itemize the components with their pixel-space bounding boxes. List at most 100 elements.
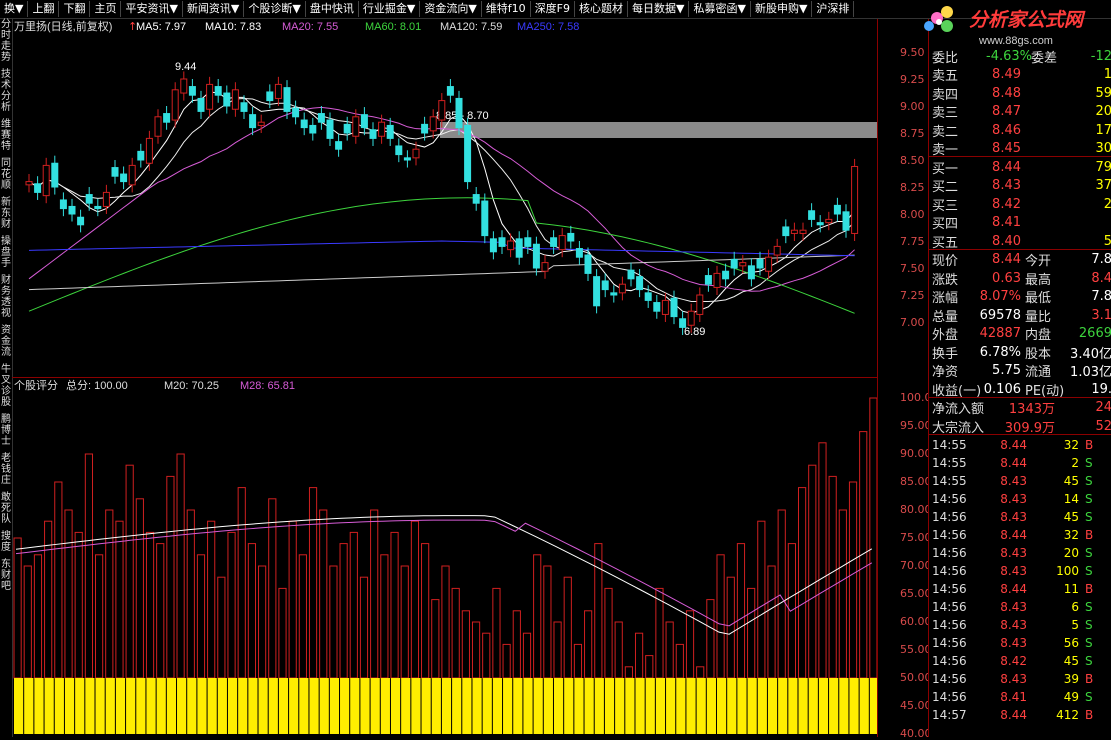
vtab-9[interactable]: 鹏博士	[0, 414, 12, 447]
score-bar	[227, 531, 236, 679]
bid-price: 8.43	[992, 178, 1021, 193]
score-base-bar	[716, 678, 727, 734]
bid-vol: 5	[1103, 233, 1111, 249]
kline-chart[interactable]: 万里扬(日线,前复权) MA5: 7.97 MA10: 7.83 MA20: 7.5…	[12, 19, 878, 377]
logo-text: 分析家公式网	[969, 9, 1086, 31]
vtab-3[interactable]: 同花顺	[0, 158, 12, 191]
vtab-6[interactable]: 财务透视	[0, 275, 12, 319]
vtab-12[interactable]: 搜度	[0, 531, 12, 553]
toolbar-item[interactable]: 主页	[90, 1, 122, 17]
score-base-bar	[839, 678, 849, 734]
toolbar-item[interactable]: 下翻	[59, 1, 91, 17]
candle-body	[68, 205, 76, 215]
stat-label2: 股本	[1025, 346, 1052, 362]
tick-row: 14:55 8.44 32 B	[929, 436, 1111, 454]
toolbar-item[interactable]: 维特f10	[482, 1, 531, 17]
candle-body	[412, 148, 420, 159]
candle-body	[223, 92, 231, 107]
toolbar-item[interactable]: 平安资讯▼	[121, 1, 183, 17]
tick-price: 8.44	[1000, 527, 1027, 542]
stat-label2: 量比	[1025, 309, 1052, 325]
ma-label: MA5: 7.97	[136, 21, 186, 33]
score-base-bar	[533, 678, 543, 734]
toolbar-item[interactable]: 核心题材	[575, 1, 629, 17]
toolbar-item[interactable]: 盘中快讯	[306, 1, 359, 17]
candle-body	[722, 270, 730, 280]
toolbar-item[interactable]: 私募密函▼	[689, 1, 751, 17]
score-tick: 90.00	[900, 447, 932, 460]
score-base-bar	[187, 678, 197, 734]
stat-value: 0.106	[983, 381, 1021, 397]
score-base-bar	[217, 678, 227, 734]
score-base-bar	[666, 678, 676, 734]
score-bar	[685, 610, 695, 679]
vtab-5[interactable]: 操盘手	[0, 236, 12, 269]
toolbar-item[interactable]: 上翻	[28, 1, 60, 17]
score-bar	[288, 520, 297, 679]
ask-row: 卖三 8.47 20	[929, 102, 1111, 122]
candle-body	[524, 237, 532, 247]
stat-label: 外盘	[932, 328, 959, 343]
score-base-bar	[115, 678, 126, 734]
ask-row: 卖五 8.49 1	[929, 65, 1111, 85]
tick-vol: 39	[1063, 671, 1079, 686]
toolbar-item[interactable]: 行业掘金▼	[359, 1, 421, 17]
tick-side: B	[1085, 527, 1094, 542]
toolbar-item[interactable]: 深度F9	[531, 1, 576, 17]
score-bar	[696, 666, 705, 679]
score-base-bar	[452, 678, 462, 734]
score-base-bar	[278, 678, 289, 734]
score-base-bar	[401, 678, 411, 734]
score-base-bar	[849, 678, 859, 734]
toolbar-item[interactable]: 每日数据▼	[628, 1, 690, 17]
vtab-4[interactable]: 新东财	[0, 197, 12, 230]
score-base-bar	[289, 678, 299, 734]
up-arrow-icon: ↑	[128, 20, 137, 33]
price-axis: 9.50 9.25 9.00 8.75 8.50 8.25 8.00 7.75 7.50 7.25…	[878, 19, 928, 377]
vtab-8[interactable]: 牛叉诊股	[0, 364, 12, 408]
score-base-bar	[411, 678, 421, 734]
tick-side: B	[1085, 581, 1094, 596]
candle-body	[661, 299, 669, 315]
score-subchart[interactable]: 个股评分 总分: 100.00 M20: 70.25 M28: 65.81	[12, 378, 878, 737]
candle-body	[515, 238, 523, 258]
toolbar-item[interactable]: 新闻资讯▼	[183, 1, 245, 17]
vtab-10[interactable]: 老钱庄	[0, 453, 12, 486]
score-lines	[15, 515, 873, 635]
score-bar	[125, 464, 134, 679]
toolbar-item[interactable]: 换▼	[0, 1, 29, 17]
toolbar-item[interactable]: 新股申购▼	[751, 1, 813, 17]
score-tick: 40.00	[900, 727, 932, 740]
score-bar	[74, 531, 83, 679]
score-bar	[359, 576, 369, 679]
tick-side: S	[1085, 599, 1093, 614]
tick-row: 14:55 8.43 45 S	[929, 472, 1111, 490]
tick-row: 14:55 8.44 2 S	[929, 454, 1111, 472]
score-bar	[492, 587, 501, 679]
toolbar-item[interactable]: 资金流向▼	[420, 1, 482, 17]
candle-body	[163, 113, 171, 123]
vtab-7[interactable]: 资金流	[0, 325, 12, 358]
score-base-bar	[757, 678, 767, 734]
candle-body	[696, 294, 704, 315]
score-bar	[84, 453, 94, 679]
score-bar	[706, 599, 715, 679]
score-bar	[380, 554, 389, 679]
candle-body	[197, 97, 205, 112]
tick-row: 14:57 8.44 412 B	[929, 706, 1111, 724]
toolbar-item[interactable]: 沪深排	[812, 1, 855, 17]
toolbar-item[interactable]: 个股诊断▼	[244, 1, 306, 17]
bid-price: 8.44	[992, 159, 1021, 175]
vtab-13[interactable]: 东财吧	[0, 559, 12, 592]
tick-row: 14:56 8.43 5 S	[929, 616, 1111, 634]
score-bar	[461, 610, 470, 679]
vtab-1[interactable]: 技术分析	[0, 69, 12, 113]
price-tick: 8.00	[900, 208, 925, 221]
score-bar	[217, 576, 226, 679]
vtab-0[interactable]: 分时走势	[0, 19, 12, 63]
candle-body	[438, 100, 446, 121]
candle-body	[421, 123, 429, 134]
vtab-11[interactable]: 敢死队	[0, 492, 12, 525]
vtab-2[interactable]: 维赛特	[0, 119, 12, 152]
flower-icon	[924, 6, 953, 32]
